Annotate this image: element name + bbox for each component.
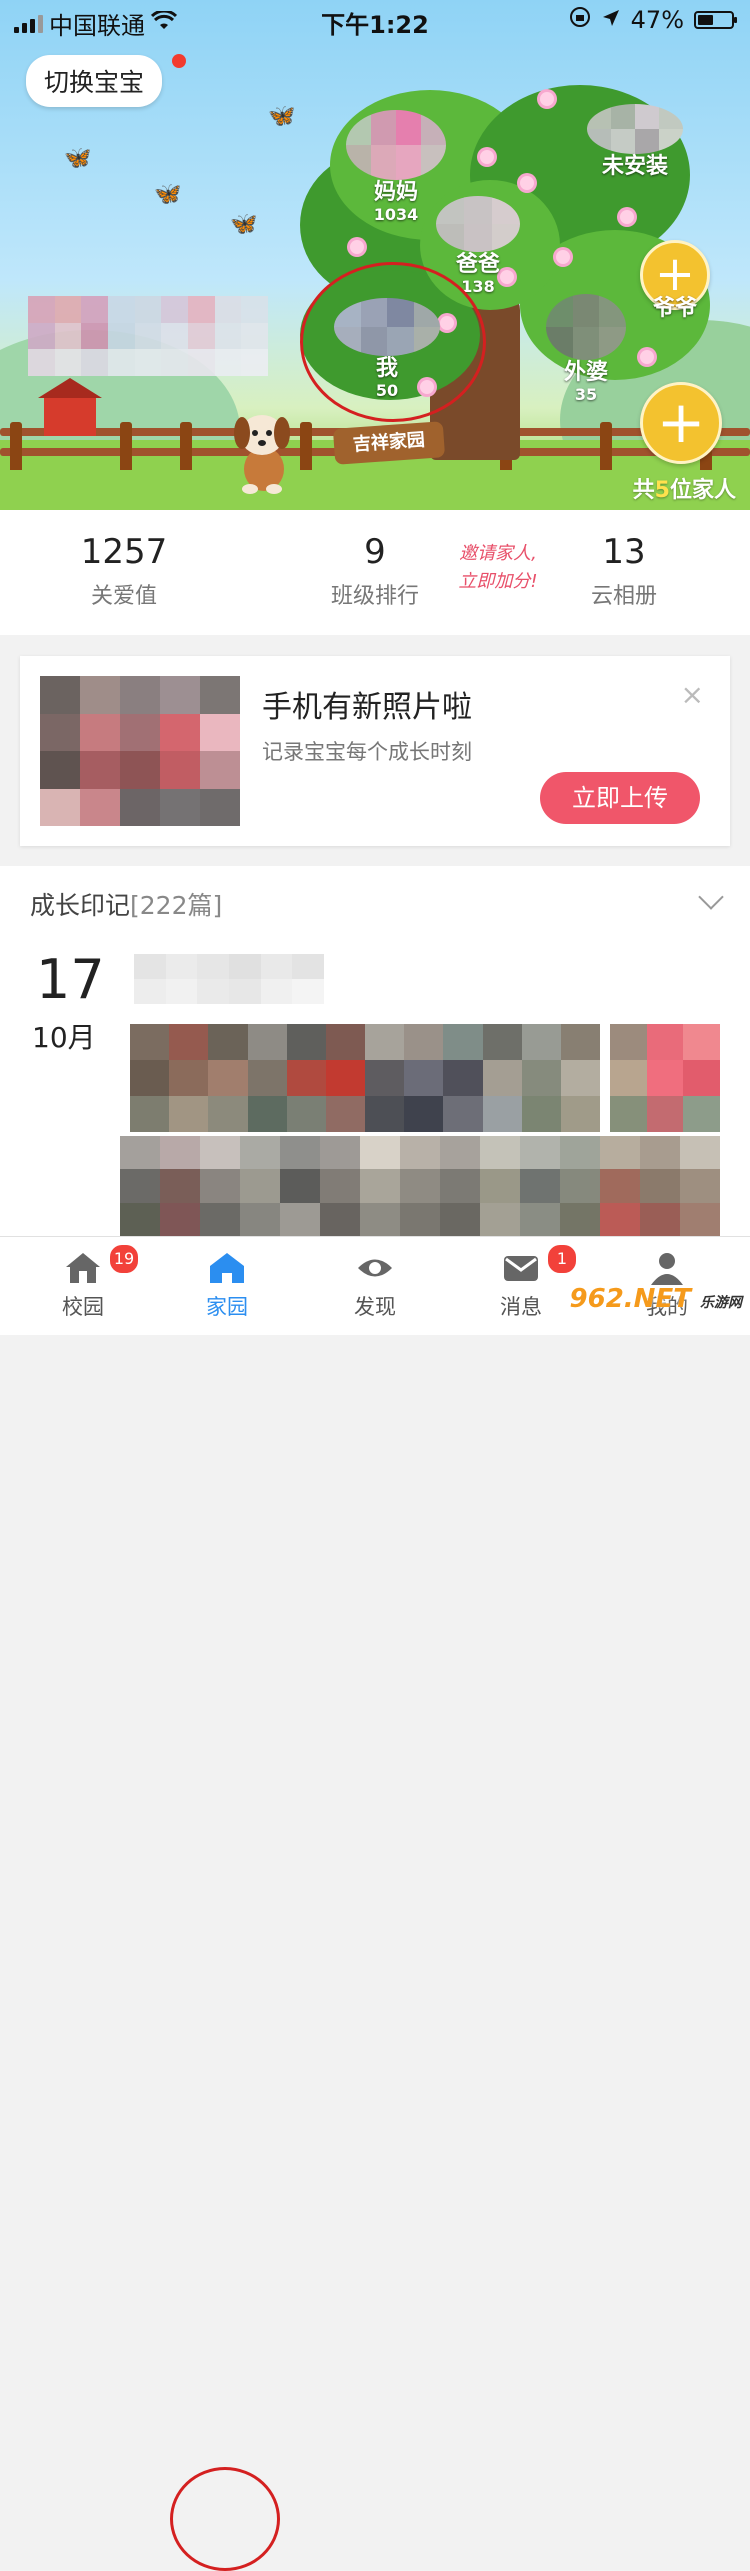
site-watermark: 962.NET 乐游网 [569, 1284, 742, 1314]
stat-value: 13 [602, 532, 646, 572]
record-photo[interactable] [130, 1024, 600, 1132]
growth-header[interactable]: 成长印记[222篇] [30, 886, 222, 922]
battery-icon [694, 11, 737, 29]
baby-name-blurred [28, 296, 268, 376]
growth-title: 成长印记 [30, 891, 131, 920]
stat-value: 9 [364, 532, 386, 572]
stat-label: 关爱值 [90, 584, 157, 609]
butterfly-icon: 🦋 [230, 212, 258, 237]
new-photo-card: 手机有新照片啦 记录宝宝每个成长时刻 × 立即上传 [20, 656, 730, 846]
member-uninstalled[interactable]: 未安装 [580, 104, 690, 180]
upload-now-button[interactable]: 立即上传 [540, 772, 700, 824]
highlight-circle [170, 2467, 280, 2571]
location-icon [601, 6, 621, 34]
blossom-icon [556, 250, 570, 264]
add-member-label: 爷爷 [640, 296, 710, 322]
record-photo[interactable] [120, 1136, 720, 1236]
home-icon [208, 1251, 246, 1285]
avatar [546, 294, 626, 360]
stat-label: 云相册 [590, 584, 657, 609]
eye-icon [356, 1251, 394, 1285]
stat-care-value[interactable]: 1257 关爱值 [64, 532, 184, 610]
puppy-mascot [228, 405, 298, 495]
member-name: 外婆 [563, 360, 608, 385]
member-name: 未安装 [601, 154, 668, 179]
tab-label: 校园 [62, 1295, 104, 1319]
record-month: 10月 [32, 1021, 96, 1054]
user-icon [648, 1251, 686, 1285]
stat-cloud-album[interactable]: 13 云相册 [574, 532, 674, 610]
school-icon [64, 1251, 102, 1285]
messages-badge: 1 [546, 1243, 578, 1275]
blossom-icon [540, 92, 554, 106]
plus-icon: + [656, 388, 706, 456]
stat-value: 1257 [80, 532, 168, 572]
tab-home[interactable]: 家园 [172, 1251, 282, 1321]
card-subtitle: 记录宝宝每个成长时刻 [262, 740, 472, 764]
invite-family-hint[interactable]: 邀请家人, 立即加分! [418, 540, 578, 596]
blossom-icon [520, 176, 534, 190]
invite-line: 邀请家人, [459, 543, 537, 564]
tab-label: 发现 [354, 1295, 396, 1319]
mail-icon [502, 1251, 540, 1285]
record-day: 17 [36, 948, 105, 1011]
close-icon[interactable]: × [681, 678, 704, 711]
avatar [587, 104, 683, 154]
garden-sign: 吉祥家园 [332, 421, 446, 465]
avatar [436, 196, 520, 252]
tab-label: 家园 [206, 1295, 248, 1319]
family-count: 共5位家人 [632, 478, 736, 503]
blossom-icon [350, 240, 364, 254]
switch-baby-button[interactable]: 切换宝宝 [26, 55, 163, 107]
status-bar: 中国联通 下午1:22 47% [0, 0, 750, 40]
record-photo[interactable] [610, 1024, 720, 1132]
member-grandma[interactable]: 外婆 35 [540, 294, 632, 404]
avatar [346, 110, 446, 180]
barn-icon [38, 378, 102, 436]
stat-class-rank[interactable]: 9 班级排行 [320, 532, 430, 610]
member-score: 35 [574, 385, 598, 404]
growth-count: [222篇] [130, 891, 223, 920]
growth-records: 成长印记[222篇] 17 10月 [0, 866, 750, 1236]
add-family-button[interactable]: + [640, 382, 722, 464]
campus-badge: 19 [108, 1243, 140, 1275]
blossom-icon [640, 350, 654, 364]
chevron-down-icon[interactable] [698, 884, 724, 910]
rotation-lock-icon [569, 6, 591, 34]
blossom-icon [620, 210, 634, 224]
record-text-blurred [134, 954, 324, 1004]
notification-dot [172, 54, 186, 68]
card-title: 手机有新照片啦 [262, 690, 472, 725]
battery-percent: 47% [630, 6, 684, 34]
blossom-icon [480, 150, 494, 164]
stats-panel: 1257 关爱值 9 班级排行 13 云相册 [0, 510, 750, 635]
member-name: 爷爷 [652, 296, 697, 321]
tab-label: 消息 [500, 1295, 542, 1319]
invite-line: 立即加分! [458, 571, 538, 592]
highlight-circle [300, 262, 486, 422]
butterfly-icon: 🦋 [64, 146, 92, 171]
tab-discover[interactable]: 发现 [320, 1251, 430, 1321]
butterfly-icon: 🦋 [268, 104, 296, 129]
photo-thumbnail [40, 676, 240, 826]
butterfly-icon: 🦋 [154, 182, 182, 207]
stat-label: 班级排行 [330, 584, 419, 609]
